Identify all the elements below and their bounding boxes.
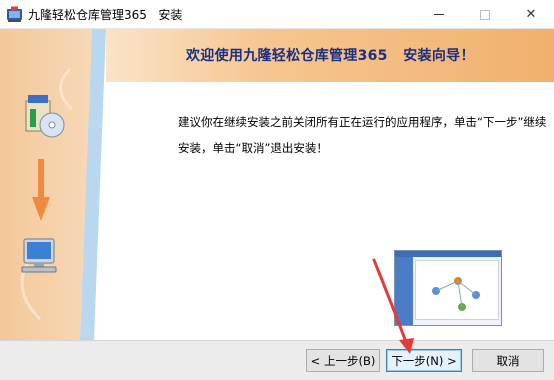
close-button[interactable]: ✕ xyxy=(508,0,554,29)
minimize-button[interactable] xyxy=(416,0,462,29)
window-title: 九隆轻松仓库管理365 安装 xyxy=(28,8,183,22)
wizard-content: 建议你在继续安装之前关闭所有正在运行的应用程序，单击“下一步”继续安装，单击“取… xyxy=(106,82,554,340)
close-icon: ✕ xyxy=(525,7,537,22)
instruction-text: 建议你在继续安装之前关闭所有正在运行的应用程序，单击“下一步”继续安装，单击“取… xyxy=(178,115,547,155)
minimize-icon xyxy=(434,14,444,15)
wizard-title: 欢迎使用九隆轻松仓库管理365 安装向导！ xyxy=(186,48,475,64)
sidebar-graphic xyxy=(0,29,106,340)
installer-app-icon xyxy=(7,6,22,22)
product-preview-image xyxy=(394,250,502,326)
next-button[interactable]: 下一步(N) > xyxy=(386,349,462,372)
cancel-button[interactable]: 取消 xyxy=(472,349,544,372)
back-button[interactable]: < 上一步(B) xyxy=(306,349,380,372)
title-bar: 九隆轻松仓库管理365 安装 ✕ xyxy=(0,0,554,29)
header-banner: 欢迎使用九隆轻松仓库管理365 安装向导！ xyxy=(106,29,554,82)
maximize-button[interactable] xyxy=(462,0,508,29)
wizard-sidebar xyxy=(0,29,106,340)
maximize-icon xyxy=(480,9,490,20)
computer-icon xyxy=(21,238,57,273)
button-bar: < 上一步(B) 下一步(N) > 取消 xyxy=(0,340,554,380)
